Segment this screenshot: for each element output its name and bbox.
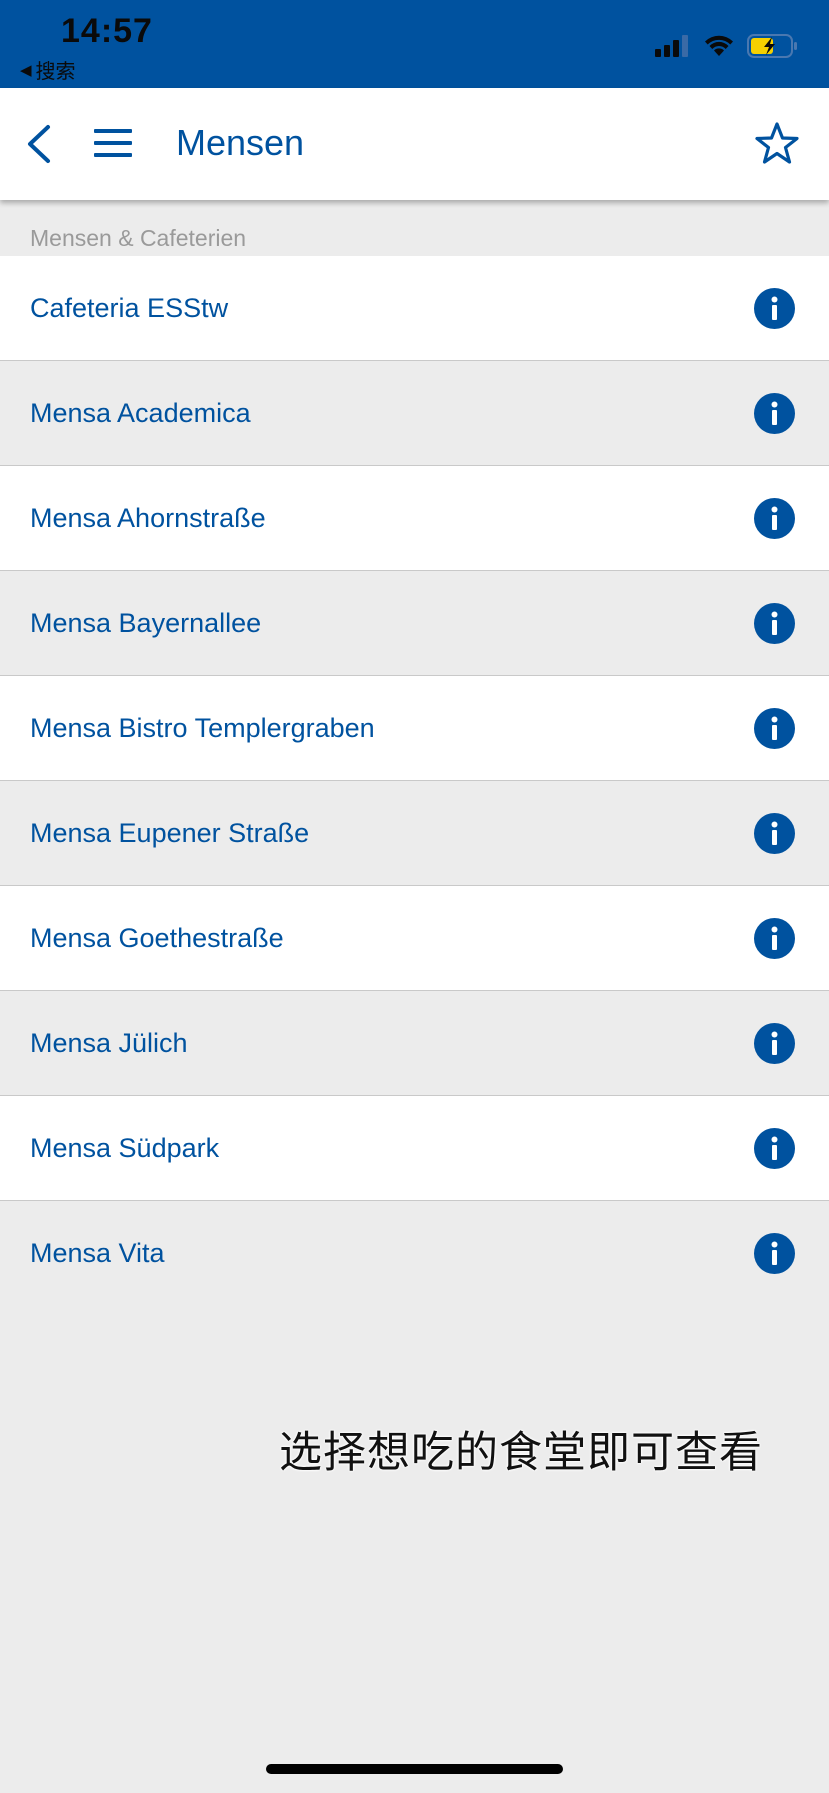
info-icon[interactable]: [754, 707, 795, 749]
cellular-signal-icon: [655, 35, 688, 57]
info-icon[interactable]: [754, 287, 795, 329]
home-indicator[interactable]: [266, 1764, 563, 1774]
info-icon[interactable]: [754, 812, 795, 854]
status-time: 14:57: [61, 12, 153, 50]
hamburger-menu-icon[interactable]: [92, 126, 134, 160]
wifi-icon: [705, 35, 733, 56]
return-to-app-link[interactable]: ◀ 搜索: [20, 55, 76, 84]
status-icons: [655, 34, 799, 58]
info-icon[interactable]: [754, 917, 795, 959]
back-icon[interactable]: [22, 122, 58, 166]
list-item-label: Mensa Bistro Templergraben: [30, 712, 375, 743]
mensa-list: Cafeteria ESStw Mensa Academica Mensa Ah…: [0, 256, 829, 1306]
info-icon[interactable]: [754, 1022, 795, 1064]
list-item-label: Mensa Bayernallee: [30, 607, 262, 638]
list-item-label: Cafeteria ESStw: [30, 292, 229, 323]
list-item[interactable]: Mensa Ahornstraße: [0, 466, 829, 571]
info-icon[interactable]: [754, 497, 795, 539]
list-item[interactable]: Mensa Südpark: [0, 1096, 829, 1201]
section-header: Mensen & Cafeterien: [30, 225, 247, 251]
list-item[interactable]: Cafeteria ESStw: [0, 256, 829, 361]
page-title: Mensen: [176, 122, 305, 163]
list-item-label: Mensa Südpark: [30, 1132, 220, 1163]
list-item-label: Mensa Ahornstraße: [30, 502, 266, 533]
info-icon[interactable]: [754, 1233, 795, 1274]
list-item-label: Mensa Eupener Straße: [30, 817, 310, 848]
list-item-label: Mensa Jülich: [30, 1027, 188, 1058]
list-item[interactable]: Mensa Eupener Straße: [0, 781, 829, 886]
info-icon[interactable]: [754, 392, 795, 434]
status-bar: 14:57 ◀ 搜索: [0, 0, 829, 88]
list-item[interactable]: Mensa Academica: [0, 361, 829, 466]
battery-charging-icon: [747, 34, 797, 58]
list-item[interactable]: Mensa Bayernallee: [0, 571, 829, 676]
list-item[interactable]: Mensa Vita: [0, 1201, 829, 1306]
return-app-label: 搜索: [35, 59, 76, 83]
favorite-star-icon[interactable]: [753, 120, 801, 168]
app-header: Mensen: [0, 88, 829, 200]
info-icon[interactable]: [754, 602, 795, 644]
overlay-caption: 选择想吃的食堂即可查看: [279, 1428, 763, 1478]
info-icon[interactable]: [754, 1127, 795, 1169]
list-item-label: Mensa Vita: [30, 1238, 165, 1268]
list-item[interactable]: Mensa Bistro Templergraben: [0, 676, 829, 781]
list-item[interactable]: Mensa Jülich: [0, 991, 829, 1096]
list-item-label: Mensa Goethestraße: [30, 922, 284, 953]
list-item-label: Mensa Academica: [30, 397, 251, 428]
list-item[interactable]: Mensa Goethestraße: [0, 886, 829, 991]
back-triangle-icon: ◀: [20, 60, 32, 79]
